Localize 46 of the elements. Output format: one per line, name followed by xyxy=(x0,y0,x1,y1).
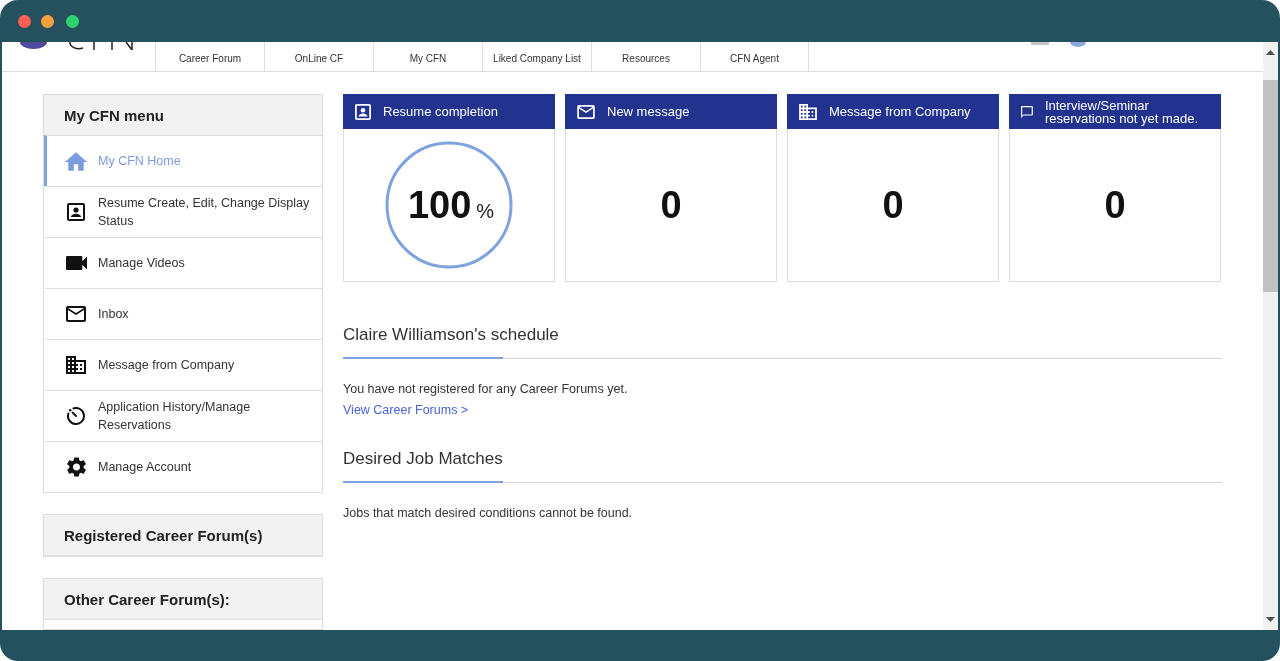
section-message: Jobs that match desired conditions cannot be found. xyxy=(343,505,633,522)
nav-tab[interactable]: Resources xyxy=(591,42,700,71)
card-title: New message xyxy=(607,105,690,118)
maximize-icon[interactable] xyxy=(66,14,79,28)
building-icon xyxy=(799,103,817,120)
menu-item[interactable]: Resume Create, Edit, Change Display Status xyxy=(44,186,322,237)
profile-card-icon xyxy=(67,203,85,221)
menu-item[interactable]: Inbox xyxy=(44,288,322,339)
view-forums-link[interactable]: View Career Forums > xyxy=(343,400,469,421)
section-message: You have not registered for any Career Forums yet. xyxy=(343,381,628,398)
close-icon[interactable] xyxy=(18,14,31,28)
scroll-up-icon[interactable] xyxy=(1266,50,1275,55)
scroll-down-icon[interactable] xyxy=(1266,617,1275,622)
card-title: Message from Company xyxy=(829,105,971,118)
panel-header[interactable]: Other Career Forum(s): xyxy=(44,579,322,619)
envelope-icon xyxy=(577,104,595,119)
envelope-icon xyxy=(66,306,86,322)
profile-card-icon xyxy=(355,103,371,120)
count-value: 0 xyxy=(882,183,904,227)
home-icon xyxy=(65,151,87,171)
nav-tab[interactable]: OnLine CF xyxy=(264,42,373,71)
count-value: 0 xyxy=(660,183,682,227)
scrollbar-thumb[interactable] xyxy=(1263,80,1278,292)
menu-item[interactable]: Manage Account xyxy=(44,441,322,492)
count-value: 0 xyxy=(1104,183,1126,227)
gear-icon xyxy=(66,457,86,477)
timer-icon xyxy=(67,407,85,425)
section-heading: Desired Job Matches xyxy=(343,448,503,470)
nav-tab[interactable]: Career Forum xyxy=(155,42,264,71)
panel-header[interactable]: Registered Career Forum(s) xyxy=(44,515,322,555)
card-title: Interview/Seminar reservations not yet made. xyxy=(1044,98,1200,125)
nav-tab[interactable]: My CFN xyxy=(373,42,482,71)
menu-item[interactable]: Application History/Manage Reservations xyxy=(44,390,322,441)
completion-value: 100 xyxy=(407,183,472,227)
video-camera-icon xyxy=(65,256,87,270)
building-icon xyxy=(66,356,86,374)
card-title: Resume completion xyxy=(383,105,498,118)
nav-tab[interactable]: CFN Agent xyxy=(700,42,809,71)
section-heading: Claire Williamson's schedule xyxy=(343,324,559,346)
menu-item[interactable]: Manage Videos xyxy=(44,237,322,288)
nav-tab[interactable]: Liked Company List xyxy=(482,42,591,71)
scrollbar[interactable] xyxy=(1263,42,1278,630)
minimize-icon[interactable] xyxy=(41,14,54,28)
menu-header: My CFN menu xyxy=(44,95,322,135)
percent-unit: % xyxy=(476,199,495,223)
menu-item[interactable]: Message from Company xyxy=(44,339,322,390)
